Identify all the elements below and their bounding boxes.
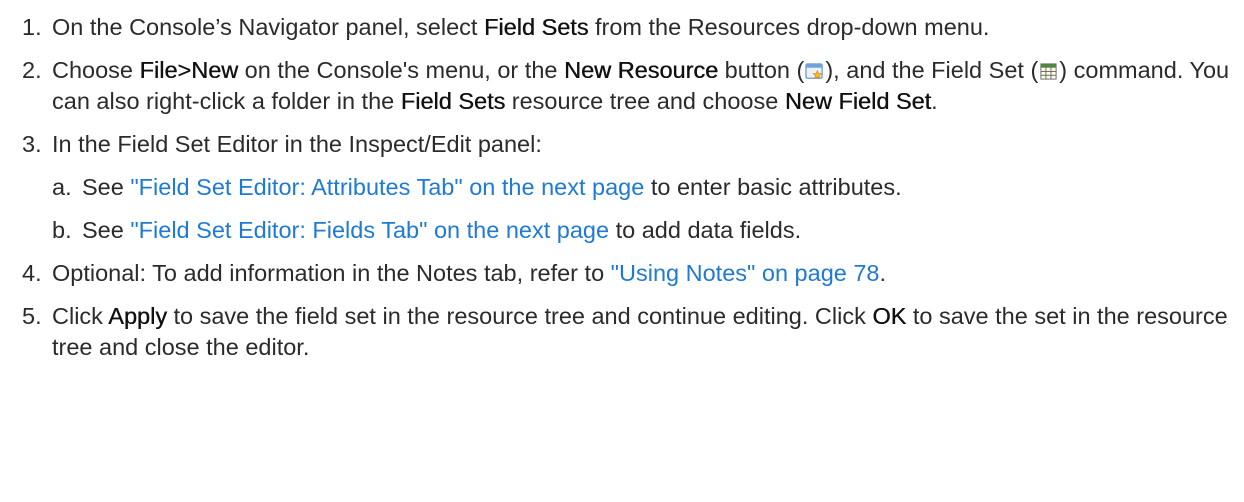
step-text: See <box>82 217 131 243</box>
step-text: resource tree and choose <box>505 88 785 114</box>
step-text: Click <box>52 303 109 329</box>
field-set-grid-icon <box>1040 63 1057 80</box>
using-notes-link[interactable]: "Using Notes" on page 78 <box>611 260 880 286</box>
step-number: 5. <box>22 303 42 329</box>
bold-term: Apply <box>108 303 167 329</box>
step-2: 2. Choose File>New on the Console's menu… <box>22 55 1240 117</box>
procedure-steps: 1. On the Console’s Navigator panel, sel… <box>22 12 1240 375</box>
attributes-tab-link[interactable]: "Field Set Editor: Attributes Tab" on th… <box>130 174 644 200</box>
step-text: button ( <box>718 57 805 83</box>
step-text: on the Console's menu, or the <box>238 57 564 83</box>
step-text: In the Field Set Editor in the Inspect/E… <box>52 131 542 157</box>
bold-term: Field Sets <box>400 88 506 114</box>
step-5: 5. Click Apply to save the field set in … <box>22 301 1240 363</box>
step-number: 3. <box>22 131 42 157</box>
substep-letter: a. <box>52 174 72 200</box>
step-4: 4. Optional: To add information in the N… <box>22 258 1240 289</box>
substep-letter: b. <box>52 217 72 243</box>
step-text: On the Console’s Navigator panel, select <box>52 14 484 40</box>
bold-term: OK <box>872 303 907 329</box>
bold-term: Field Sets <box>483 14 589 40</box>
step-1: 1. On the Console’s Navigator panel, sel… <box>22 12 1240 43</box>
step-number: 1. <box>22 14 42 40</box>
step-text: from the Resources drop-down menu. <box>588 14 990 40</box>
substeps: a. See "Field Set Editor: Attributes Tab… <box>52 172 1240 246</box>
step-number: 2. <box>22 57 42 83</box>
step-3: 3. In the Field Set Editor in the Inspec… <box>22 129 1240 246</box>
bold-term: File>New <box>139 57 239 83</box>
bold-term: New Field Set <box>784 88 932 114</box>
step-text: See <box>82 174 131 200</box>
substep-a: a. See "Field Set Editor: Attributes Tab… <box>52 172 1240 203</box>
step-text: to add data fields. <box>609 217 802 243</box>
fields-tab-link[interactable]: "Field Set Editor: Fields Tab" on the ne… <box>130 217 609 243</box>
step-text: Optional: To add information in the Note… <box>52 260 611 286</box>
substep-b: b. See "Field Set Editor: Fields Tab" on… <box>52 215 1240 246</box>
step-text: to save the field set in the resource tr… <box>166 303 873 329</box>
bold-term: New Resource <box>564 57 719 83</box>
step-text: . <box>931 88 938 114</box>
new-resource-icon <box>805 63 824 80</box>
step-number: 4. <box>22 260 42 286</box>
step-text: . <box>879 260 887 286</box>
step-text: Choose <box>52 57 140 83</box>
step-text: to enter basic attributes. <box>644 174 902 200</box>
step-text: ), and the Field Set ( <box>825 57 1039 83</box>
